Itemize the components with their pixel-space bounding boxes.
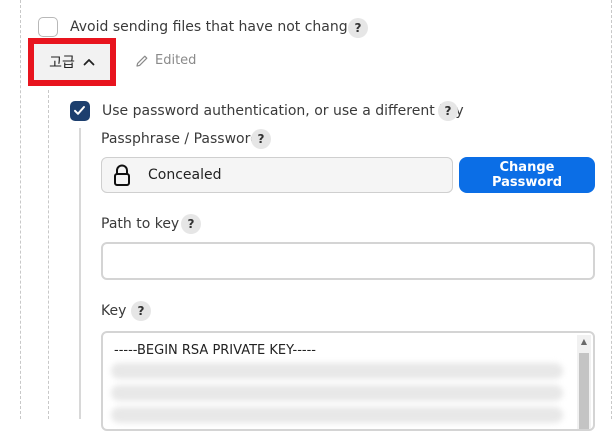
key-textarea[interactable]: -----BEGIN RSA PRIVATE KEY----- ▲ bbox=[101, 331, 595, 431]
advanced-label: 고급 bbox=[49, 55, 75, 71]
section-border-left bbox=[20, 0, 21, 419]
passphrase-concealed-text: Concealed bbox=[148, 167, 222, 183]
avoid-sending-checkbox[interactable] bbox=[38, 17, 58, 37]
use-password-auth-checkbox[interactable] bbox=[70, 101, 90, 121]
avoid-sending-label: Avoid sending files that have not change… bbox=[70, 19, 366, 35]
chevron-up-icon bbox=[83, 59, 95, 66]
advanced-section-border bbox=[48, 90, 49, 419]
path-to-key-help-icon[interactable]: ? bbox=[181, 214, 201, 234]
scroll-up-arrow-icon[interactable]: ▲ bbox=[577, 335, 591, 349]
checkmark-icon bbox=[74, 106, 85, 115]
passphrase-help-icon[interactable]: ? bbox=[251, 129, 271, 149]
nested-options-line bbox=[79, 128, 81, 419]
section-border-right bbox=[611, 0, 612, 419]
pencil-icon bbox=[136, 55, 148, 67]
key-redacted-line bbox=[111, 407, 563, 423]
lock-icon bbox=[114, 164, 130, 186]
key-scrollbar-thumb[interactable] bbox=[579, 353, 589, 429]
key-first-line: -----BEGIN RSA PRIVATE KEY----- bbox=[114, 343, 316, 358]
key-label: Key bbox=[101, 303, 127, 319]
avoid-sending-help-icon[interactable]: ? bbox=[348, 18, 368, 38]
key-redacted-line bbox=[111, 385, 563, 401]
change-password-button[interactable]: Change Password bbox=[459, 157, 595, 193]
use-password-auth-label: Use password authentication, or use a di… bbox=[102, 103, 464, 119]
key-help-icon[interactable]: ? bbox=[131, 301, 151, 321]
key-redacted-line bbox=[111, 363, 563, 379]
edited-label: Edited bbox=[155, 53, 197, 68]
passphrase-label: Passphrase / Password bbox=[101, 131, 259, 147]
use-password-auth-help-icon[interactable]: ? bbox=[438, 101, 458, 121]
path-to-key-label: Path to key bbox=[101, 216, 180, 232]
passphrase-concealed-field: Concealed bbox=[101, 157, 453, 193]
advanced-toggle-button[interactable]: 고급 bbox=[28, 38, 116, 86]
edited-indicator: Edited bbox=[135, 53, 196, 68]
path-to-key-input[interactable] bbox=[101, 242, 595, 280]
